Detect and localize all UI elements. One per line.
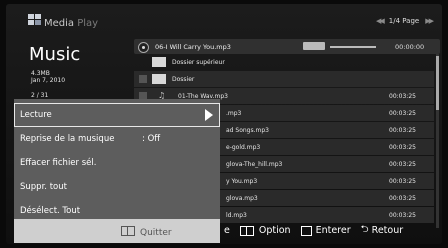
checkbox[interactable] <box>139 75 147 83</box>
enter-key-icon <box>300 225 312 236</box>
folder-up-icon <box>152 57 166 67</box>
file-meta: 4.3MB Jan 7, 2010 <box>31 70 65 84</box>
now-playing-time: 00:00:00 <box>395 43 425 51</box>
file-date: Jan 7, 2010 <box>31 77 66 84</box>
menu-item-lecture[interactable]: Lecture <box>14 103 220 127</box>
scrollbar-thumb[interactable] <box>436 56 439 110</box>
playback-progress <box>330 46 376 48</box>
list-scrollbar[interactable] <box>436 54 439 228</box>
return-key-icon: ⮌ <box>360 224 369 235</box>
play-status-icon <box>138 42 149 53</box>
item-count: 2 / 31 <box>31 92 49 99</box>
enter-hint[interactable]: Enterer <box>300 225 351 236</box>
list-item[interactable]: Dossier <box>134 71 434 87</box>
file-size: 4.3MB <box>31 70 50 77</box>
prev-page-icon[interactable]: ◀◀ <box>376 17 385 25</box>
quit-button[interactable]: Quitter <box>14 219 220 243</box>
tools-button-icon <box>121 226 135 236</box>
play-arrow-icon <box>205 109 213 121</box>
menu-item-delete-selected[interactable]: Effacer fichier sél. <box>14 151 220 175</box>
page-indicator: ◀◀ 1/4 Page ▶▶ <box>376 17 434 25</box>
folder-icon <box>152 74 166 84</box>
repeat-value: : Off <box>142 134 161 144</box>
menu-item-repeat[interactable]: Reprise de la musique : Off <box>14 127 220 151</box>
option-hint[interactable]: Option <box>239 225 291 236</box>
footer-help-bar: e Option Enterer ⮌ Retour <box>224 222 403 239</box>
return-hint[interactable]: ⮌ Retour <box>361 222 404 239</box>
section-title: Music <box>29 44 81 65</box>
media-play-logo-icon <box>28 14 42 26</box>
tools-key-icon <box>239 225 254 236</box>
tools-popup-menu: Lecture Reprise de la musique : Off Effa… <box>14 99 220 243</box>
footer-partial: e <box>224 225 230 236</box>
brand-title: Media Play <box>44 18 99 29</box>
next-page-icon[interactable]: ▶▶ <box>425 17 434 25</box>
list-item[interactable]: Dossier supérieur <box>134 54 434 70</box>
now-playing-title: 06-I Will Carry You.mp3 <box>155 43 231 51</box>
audio-format-badge-icon <box>303 42 325 50</box>
menu-item-delete-all[interactable]: Suppr. tout <box>14 175 220 199</box>
page-number: 1/4 Page <box>388 17 420 25</box>
